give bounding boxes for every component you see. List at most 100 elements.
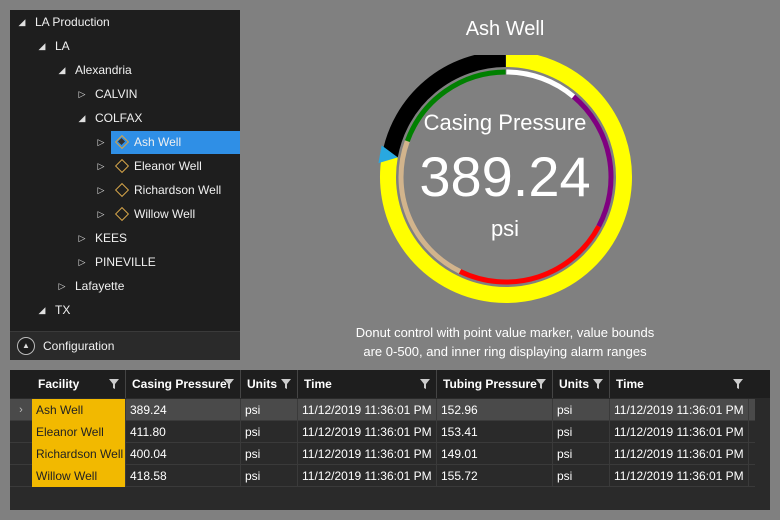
- vertical-scrollbar[interactable]: [756, 398, 770, 510]
- gauge-value: 389.24: [419, 145, 591, 208]
- expand-arrow-icon[interactable]: ▷: [94, 154, 108, 178]
- cell-time[interactable]: 11/12/2019 11:36:01 PM: [298, 465, 437, 487]
- table-row[interactable]: Eleanor Well 411.80 psi 11/12/2019 11:36…: [10, 421, 755, 443]
- well-icon: [116, 160, 127, 171]
- expand-arrow-icon[interactable]: ▷: [75, 226, 89, 250]
- cell-time[interactable]: 11/12/2019 11:36:01 PM: [610, 421, 749, 443]
- tree-item-pineville[interactable]: ▷ PINEVILLE: [10, 250, 240, 274]
- filter-icon[interactable]: [281, 379, 291, 389]
- collapse-arrow-icon[interactable]: ◢: [75, 106, 89, 130]
- tree-item-label: Lafayette: [75, 279, 125, 293]
- gauge-label: Casing Pressure: [423, 110, 587, 135]
- collapse-arrow-icon[interactable]: ◢: [35, 298, 49, 322]
- filter-icon[interactable]: [224, 379, 234, 389]
- tree-item-label: LA: [55, 39, 70, 53]
- tree-item-richardson-well[interactable]: ▷ Richardson Well: [10, 178, 240, 202]
- current-row-icon: ›: [19, 404, 23, 416]
- cell-units[interactable]: psi: [553, 399, 610, 421]
- filter-icon[interactable]: [109, 379, 119, 389]
- expand-arrow-icon[interactable]: ▷: [94, 202, 108, 226]
- column-header-label: Time: [616, 377, 644, 391]
- filter-icon[interactable]: [593, 379, 603, 389]
- filter-icon[interactable]: [420, 379, 430, 389]
- tree-item-colfax[interactable]: ◢ COLFAX: [10, 106, 240, 130]
- expand-arrow-icon[interactable]: ▷: [94, 178, 108, 202]
- configuration-bar[interactable]: ▲ Configuration: [10, 331, 240, 360]
- column-header-label: Units: [559, 377, 589, 391]
- tree-item-ash-well[interactable]: ▷ Ash Well: [10, 130, 240, 154]
- cell-time[interactable]: 11/12/2019 11:36:01 PM: [610, 465, 749, 487]
- collapse-arrow-icon[interactable]: ◢: [15, 10, 29, 34]
- caption-line: Donut control with point value marker, v…: [355, 325, 655, 340]
- column-header-label: Facility: [38, 377, 80, 391]
- tree-item-kees[interactable]: ▷ KEES: [10, 226, 240, 250]
- tree-item-la-production[interactable]: ◢ LA Production: [10, 10, 240, 34]
- cell-tubing-pressure[interactable]: 155.72: [437, 465, 553, 487]
- column-header-time[interactable]: Time: [298, 370, 437, 398]
- tree-item-alexandria[interactable]: ◢ Alexandria: [10, 58, 240, 82]
- tree-item-label: COLFAX: [95, 111, 143, 125]
- tree-item-label: Alexandria: [75, 63, 132, 77]
- cell-time[interactable]: 11/12/2019 11:36:01 PM: [610, 399, 749, 421]
- cell-units[interactable]: psi: [241, 421, 298, 443]
- tree-item-label: KEES: [95, 231, 128, 245]
- tree-item-willow-well[interactable]: ▷ Willow Well: [10, 202, 240, 226]
- table-row[interactable]: › Ash Well 389.24 psi 11/12/2019 11:36:0…: [10, 399, 755, 421]
- expand-arrow-icon[interactable]: ▷: [75, 82, 89, 106]
- cell-units[interactable]: psi: [241, 443, 298, 465]
- cell-facility[interactable]: Richardson Well: [32, 443, 126, 465]
- tree-item-tx[interactable]: ◢ TX: [10, 298, 240, 322]
- cell-time[interactable]: 11/12/2019 11:36:01 PM: [298, 443, 437, 465]
- cell-casing-pressure[interactable]: 411.80: [126, 421, 241, 443]
- expand-arrow-icon[interactable]: ▷: [75, 250, 89, 274]
- column-header-label: Tubing Pressure: [443, 377, 537, 391]
- facility-tree: ◢ LA Production ◢ LA ◢ Alexandria ▷ CALV…: [10, 10, 240, 360]
- column-header-casing-pressure[interactable]: Casing Pressure: [126, 370, 241, 398]
- column-header-time-2[interactable]: Time: [610, 370, 749, 398]
- cell-casing-pressure[interactable]: 418.58: [126, 465, 241, 487]
- expand-arrow-icon[interactable]: ▷: [55, 274, 69, 298]
- cell-units[interactable]: psi: [241, 465, 298, 487]
- cell-casing-pressure[interactable]: 400.04: [126, 443, 241, 465]
- gauge-units: psi: [490, 216, 520, 241]
- expand-up-icon[interactable]: ▲: [17, 337, 35, 355]
- expand-arrow-icon[interactable]: ▷: [94, 130, 108, 154]
- cell-tubing-pressure[interactable]: 152.96: [437, 399, 553, 421]
- column-header-tubing-pressure[interactable]: Tubing Pressure: [437, 370, 553, 398]
- cell-tubing-pressure[interactable]: 153.41: [437, 421, 553, 443]
- column-header-label: Time: [304, 377, 332, 391]
- tree-item-label: TX: [55, 303, 71, 317]
- column-header-facility[interactable]: Facility: [32, 370, 126, 398]
- table-row[interactable]: Willow Well 418.58 psi 11/12/2019 11:36:…: [10, 465, 755, 487]
- cell-tubing-pressure[interactable]: 149.01: [437, 443, 553, 465]
- tree-item-label: Ash Well: [134, 135, 182, 149]
- caption-line: are 0-500, and inner ring displaying ala…: [363, 344, 647, 359]
- tree-item-label: PINEVILLE: [95, 255, 156, 269]
- well-icon: [116, 208, 127, 219]
- cell-time[interactable]: 11/12/2019 11:36:01 PM: [298, 399, 437, 421]
- cell-units[interactable]: psi: [553, 465, 610, 487]
- column-header-units[interactable]: Units: [241, 370, 298, 398]
- grid-header: Facility Casing Pressure Units Time Tubi…: [10, 370, 770, 398]
- collapse-arrow-icon[interactable]: ◢: [35, 34, 49, 58]
- tree-item-lafayette[interactable]: ▷ Lafayette: [10, 274, 240, 298]
- filter-icon[interactable]: [536, 379, 546, 389]
- cell-time[interactable]: 11/12/2019 11:36:01 PM: [610, 443, 749, 465]
- cell-facility[interactable]: Willow Well: [32, 465, 126, 487]
- cell-facility[interactable]: Ash Well: [32, 399, 126, 421]
- cell-units[interactable]: psi: [553, 443, 610, 465]
- cell-facility[interactable]: Eleanor Well: [32, 421, 126, 443]
- tree-item-eleanor-well[interactable]: ▷ Eleanor Well: [10, 154, 240, 178]
- tree-item-calvin[interactable]: ▷ CALVIN: [10, 82, 240, 106]
- cell-units[interactable]: psi: [241, 399, 298, 421]
- cell-time[interactable]: 11/12/2019 11:36:01 PM: [298, 421, 437, 443]
- filter-icon[interactable]: [733, 379, 743, 389]
- collapse-arrow-icon[interactable]: ◢: [55, 58, 69, 82]
- table-row[interactable]: Richardson Well 400.04 psi 11/12/2019 11…: [10, 443, 755, 465]
- tree-item-la[interactable]: ◢ LA: [10, 34, 240, 58]
- cell-casing-pressure[interactable]: 389.24: [126, 399, 241, 421]
- tree-item-label: Eleanor Well: [134, 159, 202, 173]
- tree-item-label: CALVIN: [95, 87, 138, 101]
- cell-units[interactable]: psi: [553, 421, 610, 443]
- column-header-units-2[interactable]: Units: [553, 370, 610, 398]
